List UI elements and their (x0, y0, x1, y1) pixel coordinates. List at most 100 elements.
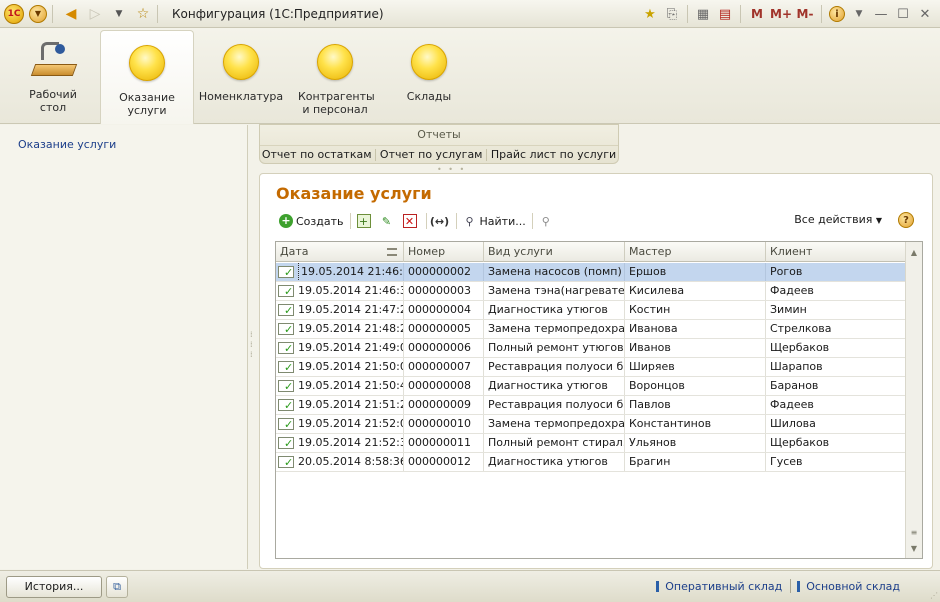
column-header-client[interactable]: Клиент (766, 242, 906, 262)
memory-button[interactable]: M (745, 3, 769, 25)
pencil-icon: ✎ (381, 214, 392, 228)
delete-mark-button[interactable]: ✕ (400, 211, 423, 231)
column-header-master[interactable]: Мастер (625, 242, 766, 262)
cell-number: 000000012 (404, 453, 484, 471)
date-text: 20.05.2014 8:58:36 (298, 455, 404, 468)
status-bar: История... ⧉ Оперативный склад Основной … (0, 570, 940, 602)
history-button[interactable]: История... (6, 576, 102, 598)
add-favorite-icon[interactable]: ★ (639, 3, 661, 25)
info-icon[interactable]: i (826, 3, 848, 25)
column-header-service-type[interactable]: Вид услуги (484, 242, 625, 262)
reports-title: Отчеты (417, 128, 461, 141)
calculator-icon[interactable]: ▦ (692, 3, 714, 25)
vertical-scrollbar[interactable]: ▲ ≡ ▼ (905, 242, 922, 558)
column-title: Вид услуги (488, 245, 553, 258)
table-row[interactable]: 19.05.2014 21:52:36000000011Полный ремон… (276, 434, 906, 453)
document-list-table[interactable]: Дата Номер Вид услуги Мастер Клиент 19.0… (275, 241, 923, 559)
cell-master: Иванов (625, 339, 766, 357)
cell-client: Шарапов (770, 360, 823, 373)
cell-master: Кисилева (625, 282, 766, 300)
info-dropdown-icon[interactable]: ▼ (848, 3, 870, 25)
cell-service-type: Диагностика утюгов (484, 301, 625, 319)
forward-arrow-icon[interactable]: ▷ (85, 4, 105, 24)
cell-number: 000000011 (404, 434, 484, 452)
close-icon[interactable]: ✕ (914, 3, 936, 25)
cell-master: Ширяев (625, 358, 766, 376)
minimize-icon[interactable]: — (870, 3, 892, 25)
status-link-main-warehouse[interactable]: Основной склад (797, 580, 900, 593)
scroll-grip-icon[interactable]: ≡ (906, 524, 922, 540)
cell-number: 000000002 (404, 263, 484, 281)
find-button[interactable]: ⚲ Найти... (460, 211, 529, 231)
splitter-handle[interactable]: ⁞ ⁞ ⁞ (250, 330, 256, 360)
edit-button[interactable]: ✎ (377, 211, 400, 231)
table-row[interactable]: 19.05.2014 21:47:26000000004Диагностика … (276, 301, 906, 320)
date-text: 19.05.2014 21:48:24 (298, 322, 404, 335)
report-link-pricelist[interactable]: Прайс лист по услуги (491, 148, 616, 161)
resize-grip-icon[interactable]: ⋰ (930, 591, 938, 600)
scroll-down-icon[interactable]: ▼ (906, 540, 922, 556)
table-row[interactable]: 19.05.2014 21:50:02000000007Реставрация … (276, 358, 906, 377)
create-button[interactable]: + Создать (276, 211, 347, 231)
cell-date: 19.05.2014 21:52:36 (276, 434, 404, 452)
info-marker-icon (797, 580, 801, 592)
plus-icon: + (279, 214, 293, 228)
cell-master: Ульянов (625, 434, 766, 452)
report-link-stock[interactable]: Отчет по остаткам (262, 148, 372, 161)
calendar-icon[interactable]: ▤ (714, 3, 736, 25)
cell-date: 19.05.2014 21:48:24 (276, 320, 404, 338)
all-actions-menu[interactable]: Все действия ▼ (794, 213, 882, 226)
cell-service-type: Замена термопредохра... (484, 415, 625, 433)
posted-document-icon (278, 264, 294, 281)
section-desktop[interactable]: Рабочий стол (6, 30, 100, 122)
section-label: Контрагенты и персонал (298, 90, 375, 116)
memory-plus-button[interactable]: M+ (769, 3, 793, 25)
post-button[interactable]: (↔) (430, 211, 453, 231)
table-row[interactable]: 19.05.2014 21:46:39000000003Замена тэна(… (276, 282, 906, 301)
copy-button[interactable]: + (354, 211, 377, 231)
separator (687, 5, 688, 23)
history-dropdown-icon[interactable]: ▼ (109, 4, 129, 24)
section-services[interactable]: Оказание услуги (100, 30, 194, 124)
cell-number: 000000003 (404, 282, 484, 300)
app-logo-icon[interactable]: 1С (4, 3, 24, 24)
memory-minus-button[interactable]: M- (793, 3, 817, 25)
favorites-star-icon[interactable]: ☆ (133, 4, 153, 24)
maximize-icon[interactable]: ☐ (892, 3, 914, 25)
sections-panel: Рабочий стол Оказание услуги Номенклатур… (0, 28, 940, 124)
link-icon[interactable]: ⎘ (661, 3, 683, 25)
section-contractors[interactable]: Контрагенты и персонал (288, 30, 382, 122)
date-text: 19.05.2014 21:50:02 (298, 360, 404, 373)
section-nomenclature[interactable]: Номенклатура (194, 30, 288, 122)
column-header-date[interactable]: Дата (276, 242, 404, 262)
list-form: Оказание услуги + Создать + ✎ ✕ (↔) ⚲ На… (259, 173, 933, 569)
table-row[interactable]: 19.05.2014 21:49:03000000006Полный ремон… (276, 339, 906, 358)
windows-list-icon[interactable]: ⧉ (106, 576, 128, 598)
table-row[interactable]: 19.05.2014 21:46:06000000002Замена насос… (276, 263, 906, 282)
back-arrow-icon[interactable]: ◀ (61, 4, 81, 24)
table-row[interactable]: 20.05.2014 8:58:36000000012Диагностика у… (276, 453, 906, 472)
date-text: 19.05.2014 21:47:26 (298, 303, 404, 316)
section-warehouses[interactable]: Склады (382, 30, 476, 122)
separator (375, 148, 377, 161)
date-text: 19.05.2014 21:50:45 (298, 379, 404, 392)
form-title: Оказание услуги (276, 184, 432, 203)
cell-number: 000000006 (404, 339, 484, 357)
cancel-search-button[interactable]: ⚲ (536, 211, 559, 231)
separator (790, 579, 792, 593)
column-header-number[interactable]: Номер (404, 242, 484, 262)
main-menu-icon[interactable]: ▼ (28, 4, 48, 24)
table-row[interactable]: 19.05.2014 21:50:45000000008Диагностика … (276, 377, 906, 396)
cell-date: 19.05.2014 21:47:26 (276, 301, 404, 319)
scroll-up-icon[interactable]: ▲ (906, 244, 922, 260)
nav-link-services[interactable]: Оказание услуги (18, 138, 116, 151)
cell-client: Шилова (770, 417, 816, 430)
status-link-operational-warehouse[interactable]: Оперативный склад (656, 580, 782, 593)
help-icon[interactable]: ? (898, 212, 914, 228)
copy-icon: + (356, 214, 371, 228)
table-row[interactable]: 19.05.2014 21:51:20000000009Реставрация … (276, 396, 906, 415)
section-icon (223, 44, 259, 80)
table-row[interactable]: 19.05.2014 21:52:02000000010Замена термо… (276, 415, 906, 434)
table-row[interactable]: 19.05.2014 21:48:24000000005Замена термо… (276, 320, 906, 339)
report-link-services[interactable]: Отчет по услугам (380, 148, 483, 161)
